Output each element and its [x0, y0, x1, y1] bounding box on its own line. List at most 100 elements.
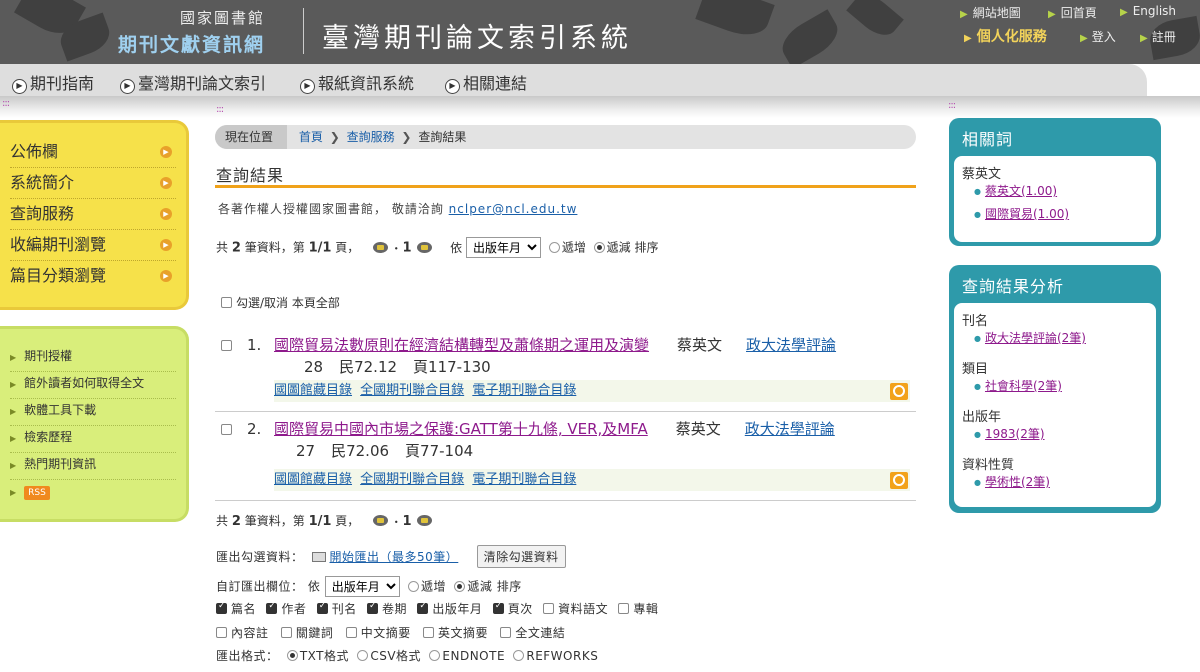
menu-bulletin[interactable]: 公佈欄 ▶: [10, 137, 176, 168]
analysis-item: 政大法學評論(2筆): [974, 329, 1148, 348]
select-all-checkbox[interactable]: [221, 297, 232, 308]
format-radio[interactable]: [513, 650, 525, 661]
prev-page-icon[interactable]: [373, 515, 389, 526]
dots-decoration: :::: [216, 104, 224, 115]
analysis-body: 刊名 政大法學評論(2筆) 類目 社會科學(2筆) 出版年 1983(2筆) 資…: [954, 303, 1156, 507]
union-catalog-link[interactable]: 全國期刊聯合目錄: [360, 472, 464, 487]
site-title: 臺灣期刊論文索引系統: [322, 23, 632, 54]
page-title: 查詢結果: [216, 166, 285, 185]
sort-asc-radio[interactable]: [548, 241, 560, 253]
field-checkbox[interactable]: [367, 601, 379, 614]
select-all-toggle[interactable]: 勾選/取消 本頁全部: [221, 294, 340, 311]
record-journal-link[interactable]: 政大法學評論: [745, 420, 835, 438]
export-sort-select[interactable]: 出版年月: [324, 576, 400, 597]
breadcrumb-query-service[interactable]: 查詢服務: [347, 130, 395, 144]
nav-article-index[interactable]: ▶ 臺灣期刊論文索引: [120, 70, 266, 94]
chevron-right-icon: ❯: [329, 130, 340, 144]
org-name: 國家圖書館: [180, 9, 266, 27]
pager-top: 共 2 筆資料，第 1/1 頁， • 1 依 出版年月 遞增 遞減 排序: [216, 237, 659, 258]
prev-page-icon[interactable]: [373, 241, 389, 253]
format-radio[interactable]: [286, 650, 298, 661]
menu-query-service[interactable]: 查詢服務 ▶: [10, 199, 176, 230]
personal-service-link[interactable]: ▶ 個人化服務: [964, 26, 1047, 46]
field-checkbox[interactable]: [316, 601, 328, 614]
record-date: 民72.12: [339, 358, 398, 376]
menu-rss[interactable]: ▶ RSS: [10, 480, 176, 507]
field-checkbox[interactable]: [423, 627, 435, 638]
next-page-icon[interactable]: [417, 241, 433, 253]
arrow-right-icon: ▶: [160, 177, 172, 189]
menu-fulltext-access[interactable]: ▶ 館外讀者如何取得全文: [10, 372, 176, 399]
field-checkbox[interactable]: [543, 603, 555, 614]
arrow-right-icon: ▶: [160, 146, 172, 158]
register-link[interactable]: ▶ 註冊: [1140, 28, 1176, 45]
home-link[interactable]: ▶ 回首頁: [1048, 4, 1097, 21]
menu-journal-license[interactable]: ▶ 期刊授權: [10, 345, 176, 372]
nav-newspaper[interactable]: ▶ 報紙資訊系統: [300, 70, 414, 94]
export-desc-radio[interactable]: [454, 580, 466, 592]
field-checkbox[interactable]: [216, 601, 227, 614]
english-link[interactable]: ▶ English: [1120, 4, 1176, 18]
magnifier-icon[interactable]: [890, 472, 908, 489]
related-terms-title: 相關詞: [962, 130, 1014, 149]
login-link[interactable]: ▶ 登入: [1080, 28, 1116, 45]
contact-email-link[interactable]: nclper@ncl.edu.tw: [449, 202, 578, 216]
related-terms-body: 蔡英文 蔡英文(1.00) 國際貿易(1.00): [954, 156, 1156, 242]
magnifier-icon[interactable]: [890, 383, 908, 400]
union-catalog-link[interactable]: 全國期刊聯合目錄: [360, 383, 464, 398]
menu-category-browse[interactable]: 篇目分類瀏覽 ▶: [10, 261, 176, 292]
ejournal-catalog-link[interactable]: 電子期刊聯合目錄: [472, 383, 576, 398]
title-underline: [215, 185, 916, 188]
record-checkbox[interactable]: [221, 424, 232, 435]
record-checkbox[interactable]: [221, 340, 232, 351]
export-custom-row: 自訂匯出欄位： 依 出版年月 遞增 遞減 排序: [216, 576, 522, 597]
field-checkbox[interactable]: [216, 627, 227, 638]
ncl-catalog-link[interactable]: 國圖館藏目錄: [274, 472, 352, 487]
nav-related-links[interactable]: ▶ 相關連結: [445, 70, 527, 94]
field-checkbox[interactable]: [500, 627, 512, 638]
site-logo[interactable]: 期刊文獻資訊網: [118, 30, 265, 57]
sort-field-select[interactable]: 出版年月: [466, 237, 541, 258]
triangle-icon: ▶: [10, 380, 17, 389]
primary-menu: 公佈欄 ▶ 系統簡介 ▶ 查詢服務 ▶ 收編期刊瀏覽 ▶ 篇目分類瀏覽 ▶: [0, 120, 189, 310]
menu-search-history[interactable]: ▶ 檢索歷程: [10, 426, 176, 453]
field-checkbox[interactable]: [492, 601, 504, 614]
ejournal-catalog-link[interactable]: 電子期刊聯合目錄: [472, 472, 576, 487]
analysis-panel: 查詢結果分析 刊名 政大法學評論(2筆) 類目 社會科學(2筆) 出版年 198…: [949, 265, 1161, 513]
leaf-decoration: [846, 0, 904, 43]
record-date: 民72.06: [331, 442, 390, 460]
nav-journal-guide[interactable]: ▶ 期刊指南: [12, 70, 94, 94]
copyright-notice: 各著作權人授權國家圖書館， 敬請洽詢 nclper@ncl.edu.tw: [218, 202, 578, 216]
field-checkbox[interactable]: [345, 627, 357, 638]
breadcrumb-current-label: 現在位置: [215, 125, 288, 149]
menu-journal-browse[interactable]: 收編期刊瀏覽 ▶: [10, 230, 176, 261]
record-body: 國際貿易中國內市場之保護:GATT第十九條, VER,及MFA 蔡英文 政大法學評論…: [274, 418, 910, 462]
clear-selection-button[interactable]: 清除勾選資料: [476, 545, 566, 568]
record-title-link[interactable]: 國際貿易中國內市場之保護:GATT第十九條, VER,及MFA: [274, 420, 648, 438]
field-checkbox[interactable]: [417, 601, 429, 614]
breadcrumb-home[interactable]: 首頁: [299, 130, 323, 144]
rss-icon: RSS: [24, 486, 50, 500]
menu-system-intro[interactable]: 系統簡介 ▶: [10, 168, 176, 199]
record-journal-link[interactable]: 政大法學評論: [746, 336, 836, 354]
format-radio[interactable]: [357, 650, 369, 661]
record-title-link[interactable]: 國際貿易法數原則在經濟結構轉型及蕭條期之運用及演變: [274, 336, 649, 354]
field-checkbox[interactable]: [266, 601, 278, 614]
ncl-catalog-link[interactable]: 國圖館藏目錄: [274, 383, 352, 398]
triangle-icon: ▶: [1080, 33, 1088, 44]
triangle-icon: ▶: [10, 434, 17, 443]
menu-software-download[interactable]: ▶ 軟體工具下載: [10, 399, 176, 426]
record-pages: 頁117-130: [413, 358, 491, 376]
export-asc-radio[interactable]: [408, 580, 420, 592]
field-checkbox[interactable]: [280, 627, 292, 638]
chevron-right-icon: ❯: [401, 130, 412, 144]
next-page-icon[interactable]: [417, 515, 433, 526]
record-number: 2.: [247, 420, 262, 438]
sort-desc-radio[interactable]: [593, 241, 605, 253]
menu-popular-journals[interactable]: ▶ 熱門期刊資訊: [10, 453, 176, 480]
sitemap-link[interactable]: ▶ 網站地圖: [960, 4, 1021, 21]
start-export-link[interactable]: 開始匯出（最多50筆）: [330, 550, 459, 564]
format-radio[interactable]: [429, 650, 441, 661]
play-icon: ▶: [12, 79, 27, 94]
field-checkbox[interactable]: [618, 603, 630, 614]
